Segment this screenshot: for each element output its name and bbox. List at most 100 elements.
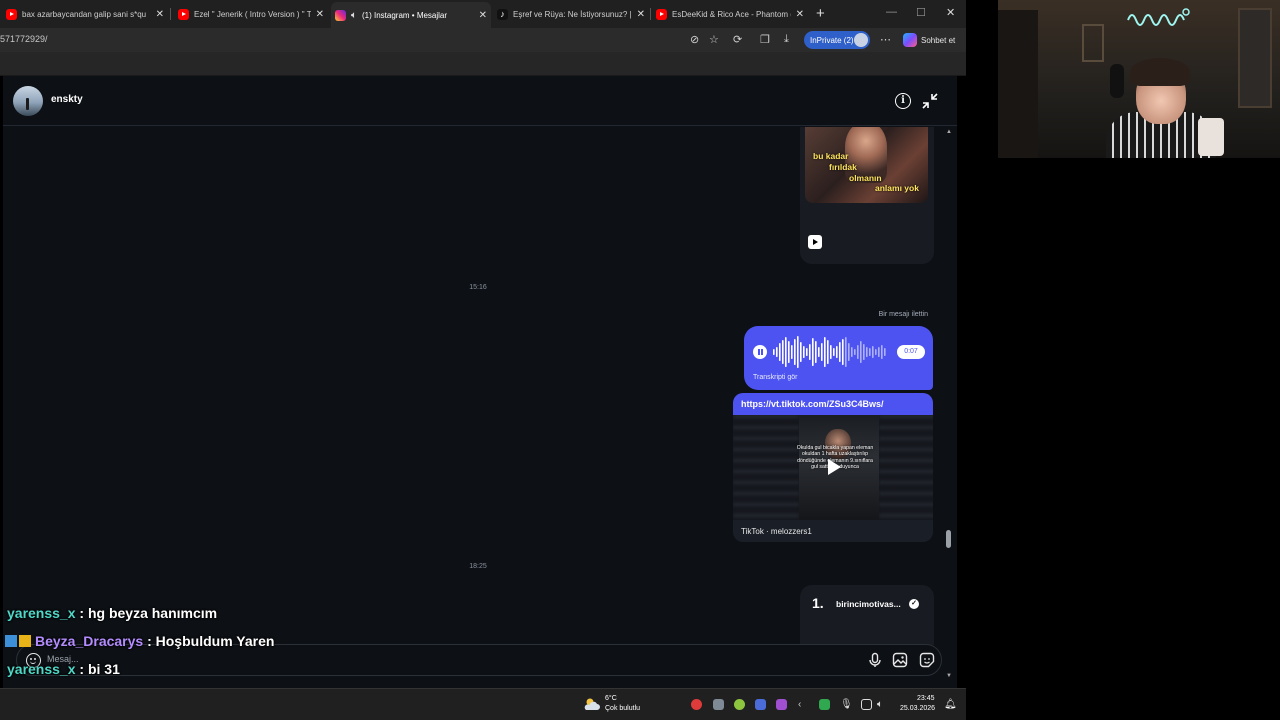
volume-icon[interactable]: 🔈︎ — [877, 699, 888, 710]
tab-instagram[interactable]: 🔈︎ (1) Instagram • Mesajlar ✕ — [331, 2, 491, 28]
notification-bell-icon[interactable]: 🔔︎ — [944, 699, 957, 710]
close-icon[interactable]: ✕ — [316, 9, 324, 20]
tab-separator — [170, 8, 171, 20]
message-input[interactable] — [47, 654, 647, 664]
microphone-icon[interactable] — [867, 652, 883, 668]
waveform-bar — [842, 339, 844, 365]
avatar[interactable] — [13, 86, 43, 116]
speaker-icon[interactable]: 🔈︎ — [351, 10, 357, 21]
app-tray-icon[interactable] — [819, 699, 830, 710]
shared-reel[interactable]: bu kadar fırıldak olmanın anlamı yok — [800, 127, 934, 264]
waveform-bar — [818, 347, 820, 357]
microphone-tray-icon[interactable]: 🎙︎ — [840, 699, 853, 710]
network-icon[interactable] — [861, 699, 872, 710]
chat-message: : hg beyza hanımcım — [75, 605, 218, 621]
contact-name[interactable]: enskty — [51, 94, 83, 105]
profile-logo: 1. — [812, 595, 824, 611]
browser-window: bax azarbaycandan galip sani s*qu ✕ Ezel… — [0, 0, 966, 690]
image-icon[interactable] — [892, 652, 908, 668]
link-url[interactable]: https://vt.tiktok.com/ZSu3C4Bws/ — [733, 393, 933, 415]
waveform-bar — [803, 346, 805, 358]
waveform-bar — [854, 349, 856, 355]
waveform-bar — [782, 340, 784, 364]
tab-youtube-3[interactable]: EsDeeKid & Rico Ace - Phantom (L ✕ — [652, 3, 808, 25]
app-tray-icon[interactable] — [755, 699, 766, 710]
chat-message: : bi 31 — [75, 661, 120, 677]
favorite-star-icon[interactable]: ☆ — [709, 33, 719, 46]
waveform-bar — [779, 343, 781, 361]
message-timestamp: 18:25 — [469, 563, 487, 570]
reel-caption-line: anlamı yok — [875, 183, 919, 193]
waveform-bar — [791, 345, 793, 359]
mug — [1198, 118, 1224, 156]
link-thumbnail: Okulda gul bicakla yapan eleman okuldan … — [733, 415, 933, 520]
transcript-link[interactable]: Transkripti gör — [753, 374, 797, 381]
close-icon[interactable]: ✕ — [637, 9, 645, 20]
extensions-icon[interactable]: ⟳ — [733, 33, 742, 46]
address-bar: 571772929/ ⊘ ☆ ⟳ ❐ ⤓ InPrivate (2) ⋯ Soh… — [0, 28, 966, 52]
app-tray-icon[interactable] — [776, 699, 787, 710]
new-tab-button[interactable]: + — [816, 5, 825, 22]
chevron-up-icon[interactable]: ‹ — [798, 699, 809, 710]
blurred-background — [733, 415, 799, 520]
app-tray-icon[interactable] — [691, 699, 702, 710]
reel-caption-line: olmanın — [849, 173, 882, 183]
close-icon[interactable]: ✕ — [796, 9, 804, 20]
close-icon[interactable]: ✕ — [156, 9, 164, 20]
waveform-bar — [866, 347, 868, 357]
waveform-bar — [809, 344, 811, 360]
background-door — [998, 10, 1038, 158]
collapse-icon[interactable] — [921, 92, 939, 110]
tracking-prevention-icon[interactable]: ⊘ — [690, 33, 699, 46]
url-field[interactable]: 571772929/ — [0, 34, 48, 44]
link-preview[interactable]: https://vt.tiktok.com/ZSu3C4Bws/ Okulda … — [733, 393, 933, 542]
scrollbar[interactable]: ▲ ▼ — [943, 127, 955, 681]
app-tray-icon[interactable] — [713, 699, 724, 710]
scroll-thumb[interactable] — [946, 530, 951, 548]
waveform-bar — [797, 336, 799, 368]
download-icon[interactable]: ⤓ — [784, 33, 789, 46]
clock-date[interactable]: 25.03.2026 — [900, 705, 935, 712]
inprivate-badge[interactable]: InPrivate (2) — [804, 31, 870, 49]
minimize-icon[interactable]: — — [886, 6, 897, 18]
maximize-icon[interactable]: ☐ — [916, 6, 926, 19]
instagram-dm-panel: enskty i bu kadar fırıldak olmanın anlam… — [3, 76, 957, 688]
collections-icon[interactable]: ❐ — [760, 33, 770, 46]
waveform-bar — [857, 345, 859, 359]
message-timestamp: 15:16 — [469, 284, 487, 291]
link-source: TikTok · melozzers1 — [741, 527, 812, 536]
tiktok-icon: ♪ — [497, 8, 508, 20]
copilot-button[interactable]: Sohbet et — [903, 33, 955, 47]
sticker-icon[interactable] — [919, 652, 935, 668]
pause-icon[interactable] — [753, 345, 767, 359]
person-hair — [1130, 58, 1190, 86]
waveform-bar — [884, 348, 886, 356]
window-close-icon[interactable]: ✕ — [946, 6, 955, 19]
waveform-bar — [785, 337, 787, 367]
app-tray-icon[interactable] — [734, 699, 745, 710]
tab-label: bax azarbaycandan galip sani s*qu — [22, 9, 147, 19]
waveform-bar — [851, 347, 853, 357]
tab-youtube-2[interactable]: Ezel " Jenerik ( Intro Version ) " To ✕ — [174, 3, 328, 25]
scroll-up-icon[interactable]: ▲ — [946, 129, 952, 135]
tab-tiktok[interactable]: ♪ Eşref ve Rüya: Ne İstiyorsunuz? | Ta ✕ — [493, 3, 649, 25]
clock-time[interactable]: 23:45 — [917, 695, 935, 702]
youtube-icon — [656, 8, 667, 20]
tab-youtube-1[interactable]: bax azarbaycandan galip sani s*qu ✕ — [2, 3, 168, 25]
favorites-bar — [0, 52, 966, 76]
tab-bar: bax azarbaycandan galip sani s*qu ✕ Ezel… — [0, 0, 966, 28]
shared-profile[interactable]: 1. birincimotivas... ✓ — [800, 585, 934, 645]
cloudy-weather-icon[interactable] — [583, 697, 601, 711]
waveform[interactable] — [772, 335, 888, 369]
more-menu-icon[interactable]: ⋯ — [880, 33, 891, 46]
waveform-bar — [788, 341, 790, 363]
play-icon[interactable] — [828, 459, 841, 475]
close-icon[interactable]: ✕ — [479, 10, 487, 21]
info-icon[interactable]: i — [895, 93, 911, 109]
background-frame — [1082, 24, 1104, 62]
reel-caption-line: fırıldak — [829, 162, 857, 172]
profile-name: birincimotivas... — [836, 599, 901, 609]
chat-username: yarenss_x — [7, 661, 76, 677]
tab-label: EsDeeKid & Rico Ace - Phantom (L — [672, 9, 791, 19]
scroll-down-icon[interactable]: ▼ — [946, 673, 952, 679]
